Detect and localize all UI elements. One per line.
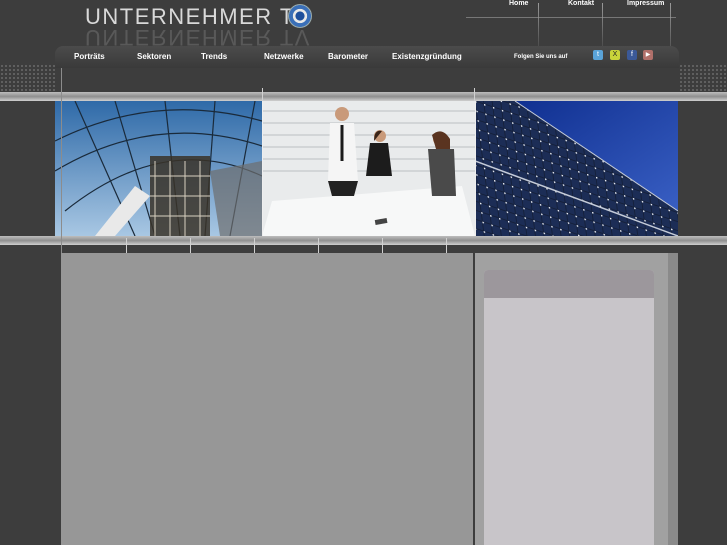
sidebar-box-header xyxy=(484,270,654,298)
twitter-icon[interactable]: t xyxy=(593,50,603,60)
banner-divider xyxy=(262,101,263,236)
nav-netzwerke[interactable]: Netzwerke xyxy=(264,52,304,61)
lower-band xyxy=(0,236,727,245)
banner-divider xyxy=(475,101,476,236)
business-team-meeting-image xyxy=(262,101,475,236)
solar-panels-image xyxy=(475,101,678,236)
nav-barometer[interactable]: Barometer xyxy=(328,52,368,61)
main-nav: Porträts Sektoren Trends Netzwerke Barom… xyxy=(55,46,679,68)
nav-trends[interactable]: Trends xyxy=(201,52,227,61)
facebook-icon[interactable]: f xyxy=(627,50,637,60)
nav-existenzgruendung[interactable]: Existenzgründung xyxy=(392,52,462,61)
band-tick xyxy=(262,88,263,102)
impressum-link[interactable]: Impressum xyxy=(627,0,664,7)
header-banner xyxy=(55,101,678,236)
xing-icon[interactable]: X xyxy=(610,50,620,60)
top-divider xyxy=(466,17,676,18)
main-content-area xyxy=(61,253,473,545)
follow-us-label: Folgen Sie uns auf xyxy=(514,54,568,60)
upper-band xyxy=(0,92,727,101)
right-frame-strip xyxy=(668,253,678,545)
nav-sektoren[interactable]: Sektoren xyxy=(137,52,171,61)
sidebar-box xyxy=(484,270,654,545)
top-links: Home Kontakt Impressum xyxy=(0,0,727,63)
band-tick xyxy=(474,88,475,102)
nav-portraets[interactable]: Porträts xyxy=(74,52,105,61)
kontakt-link[interactable]: Kontakt xyxy=(568,0,594,7)
glass-dome-architecture-image xyxy=(55,101,262,236)
home-link[interactable]: Home xyxy=(509,0,528,7)
youtube-icon[interactable]: ▶ xyxy=(643,50,653,60)
